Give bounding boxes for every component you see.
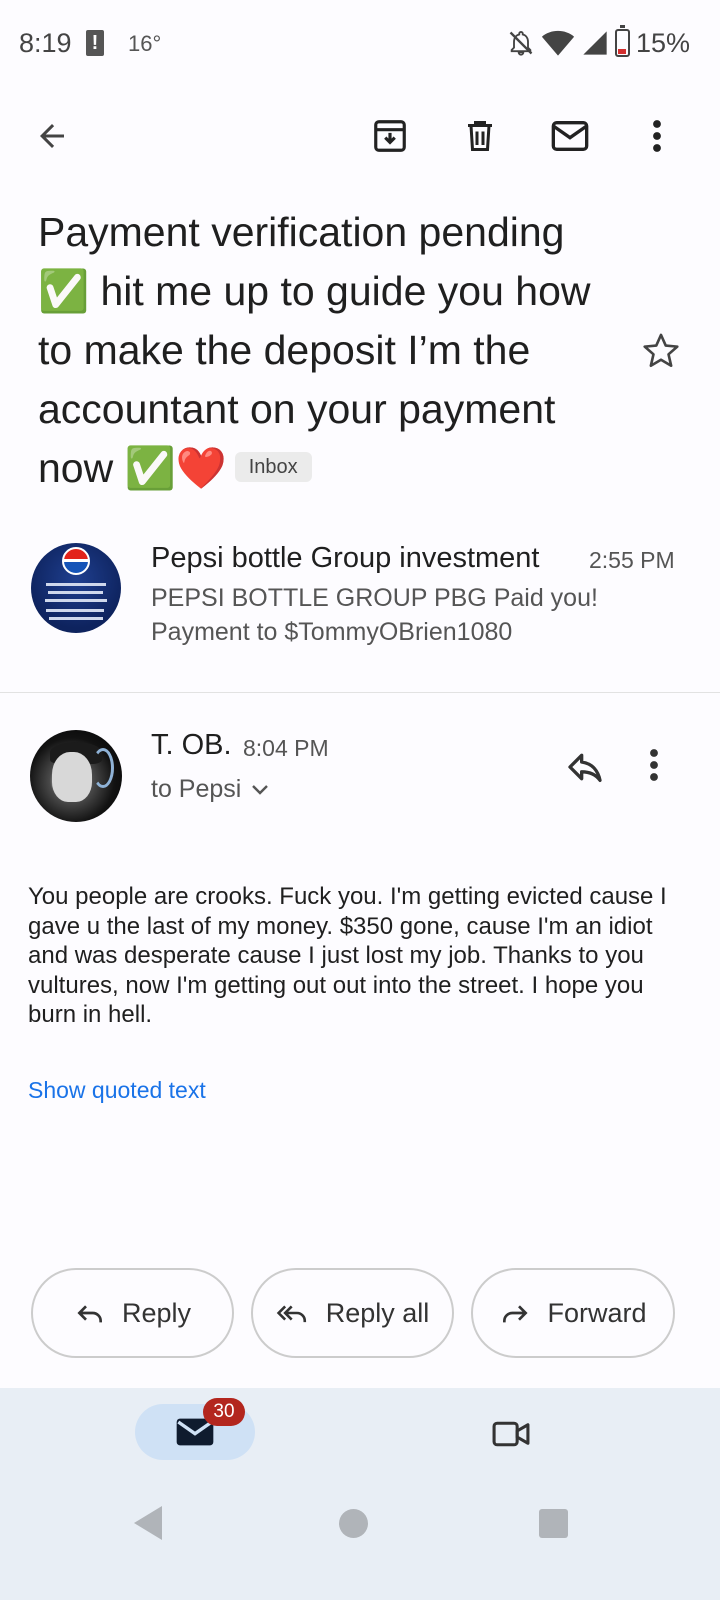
mute-icon — [509, 30, 533, 56]
delete-icon — [468, 121, 492, 151]
email-toolbar — [0, 100, 720, 170]
sender-name: Pepsi bottle Group investment — [151, 542, 540, 574]
reply-icon — [77, 1305, 102, 1323]
status-bar: 8:19 16° 15% — [0, 0, 720, 90]
message-more-button[interactable] — [648, 747, 680, 791]
reply-all-icon — [276, 1305, 306, 1323]
star-button[interactable] — [640, 330, 682, 372]
system-navigation — [0, 1478, 720, 1600]
star-icon — [643, 333, 679, 368]
bottom-navigation: 30 — [0, 1388, 720, 1478]
reply-label: Reply — [121, 1297, 192, 1328]
more-vert-icon — [650, 749, 658, 781]
reply-button[interactable] — [565, 747, 609, 791]
message-time: 2:55 PM — [589, 547, 675, 573]
battery-icon — [614, 25, 630, 57]
status-temperature: 16° — [128, 31, 162, 56]
email-subject: Payment verification pending ✅ hit me up… — [38, 203, 628, 498]
message-collapsed[interactable]: Pepsi bottle Group investment 2:55 PM PE… — [0, 535, 720, 685]
back-arrow-icon — [40, 124, 64, 148]
subject-line: now ✅❤️ — [38, 445, 227, 491]
message-time: 8:04 PM — [243, 735, 329, 761]
video-icon — [492, 1421, 530, 1447]
avatar — [31, 543, 121, 633]
chevron-down-icon — [252, 784, 269, 795]
reply-action-button[interactable]: Reply — [31, 1268, 234, 1358]
subject-last-line: now ✅❤️ Inbox — [38, 439, 628, 498]
more-options-button[interactable] — [633, 112, 681, 160]
divider — [0, 692, 720, 693]
email-view-screen: 8:19 16° 15% Payment verification pend — [0, 0, 720, 1600]
subject-line: Payment verification pending — [38, 209, 565, 255]
wifi-icon — [541, 30, 575, 56]
avatar[interactable] — [30, 730, 122, 822]
subject-line: to make the deposit I’m the — [38, 327, 531, 373]
battery-level: 15% — [635, 27, 690, 58]
system-home-icon[interactable] — [339, 1509, 368, 1538]
reply-all-label: Reply all — [325, 1297, 430, 1328]
signal-icon — [583, 31, 607, 55]
pepsi-logo-icon — [62, 547, 90, 575]
status-time: 8:19 — [19, 28, 72, 58]
inbox-label-chip[interactable]: Inbox — [234, 452, 312, 483]
subject-line: accountant on your payment — [38, 386, 556, 432]
system-recents-icon[interactable] — [539, 1509, 568, 1538]
status-icons: 15% — [507, 25, 690, 60]
alert-icon — [86, 30, 104, 56]
nav-meet-tab[interactable] — [489, 1412, 533, 1456]
forward-icon — [503, 1305, 529, 1323]
forward-label: Forward — [547, 1297, 647, 1328]
archive-icon — [374, 120, 406, 152]
reply-all-action-button[interactable]: Reply all — [251, 1268, 454, 1358]
more-vert-icon — [653, 120, 661, 152]
back-button[interactable] — [28, 112, 76, 160]
action-buttons: Reply Reply all Forward — [0, 1268, 720, 1360]
system-back-icon[interactable] — [134, 1506, 162, 1540]
reply-icon — [568, 753, 602, 782]
message-snippet: PEPSI BOTTLE GROUP PBG Paid you! Payment… — [151, 584, 598, 646]
subject-line: ✅ hit me up to guide you how — [38, 268, 591, 314]
unread-count-badge: 30 — [203, 1398, 245, 1426]
sender-name: T. OB. — [151, 729, 232, 761]
show-quoted-text-link[interactable]: Show quoted text — [28, 1077, 206, 1104]
archive-button[interactable] — [366, 112, 414, 160]
recipient-text: to Pepsi — [151, 775, 242, 803]
forward-action-button[interactable]: Forward — [471, 1268, 675, 1358]
delete-button[interactable] — [456, 112, 504, 160]
recipient-toggle[interactable]: to Pepsi — [151, 775, 269, 804]
message-body: You people are crooks. Fuck you. I'm get… — [28, 883, 667, 1028]
mark-unread-button[interactable] — [546, 112, 594, 160]
mark-unread-icon — [551, 121, 589, 151]
